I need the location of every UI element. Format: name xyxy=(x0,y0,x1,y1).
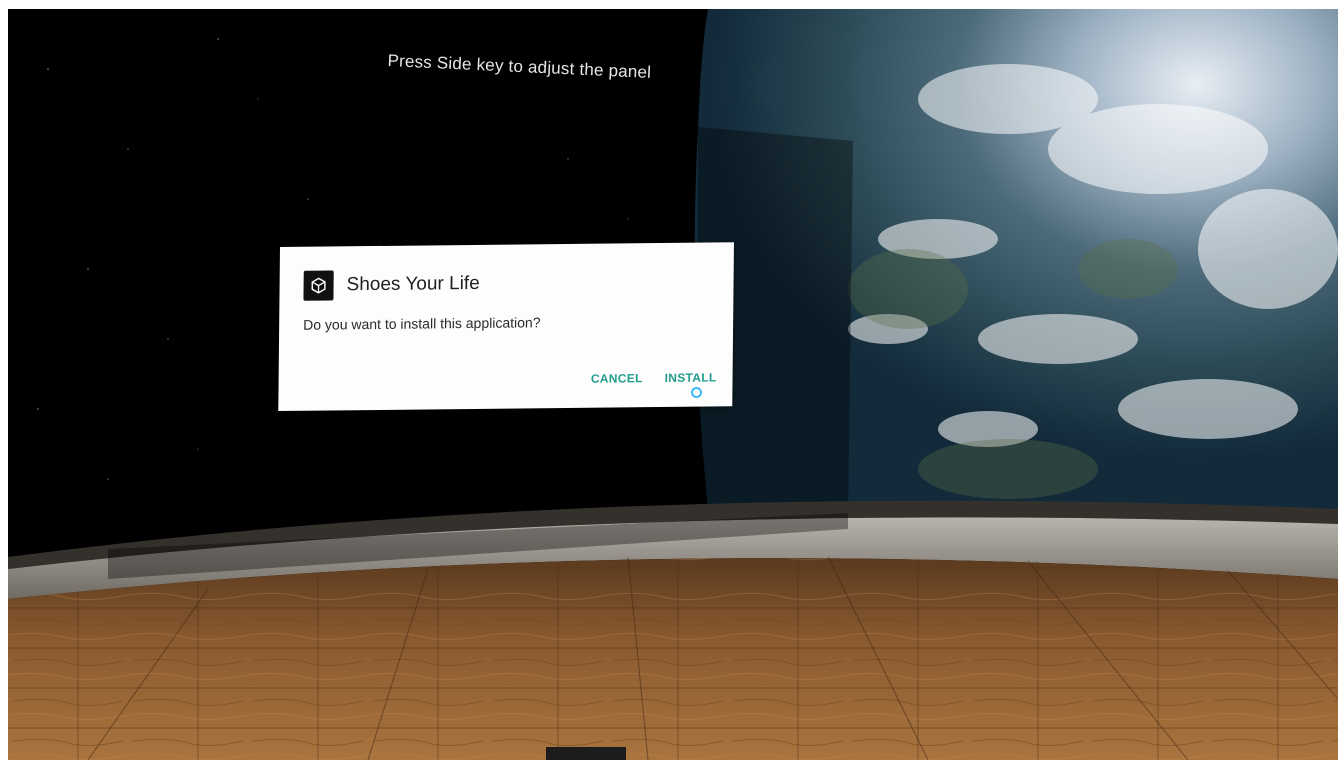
dialog-header: Shoes Your Life xyxy=(303,269,480,301)
dialog-actions: CANCEL INSTALL xyxy=(589,368,719,387)
vr-viewport: Press Side key to adjust the panel Shoes… xyxy=(8,9,1338,760)
install-dialog: Shoes Your Life Do you want to install t… xyxy=(278,242,734,412)
unity-logo-icon xyxy=(303,270,334,301)
install-prompt-message: Do you want to install this application? xyxy=(303,314,541,333)
app-name: Shoes Your Life xyxy=(346,272,480,296)
install-button[interactable]: INSTALL xyxy=(663,368,719,387)
vr-pointer-cursor xyxy=(691,387,702,398)
cancel-button[interactable]: CANCEL xyxy=(589,369,645,388)
